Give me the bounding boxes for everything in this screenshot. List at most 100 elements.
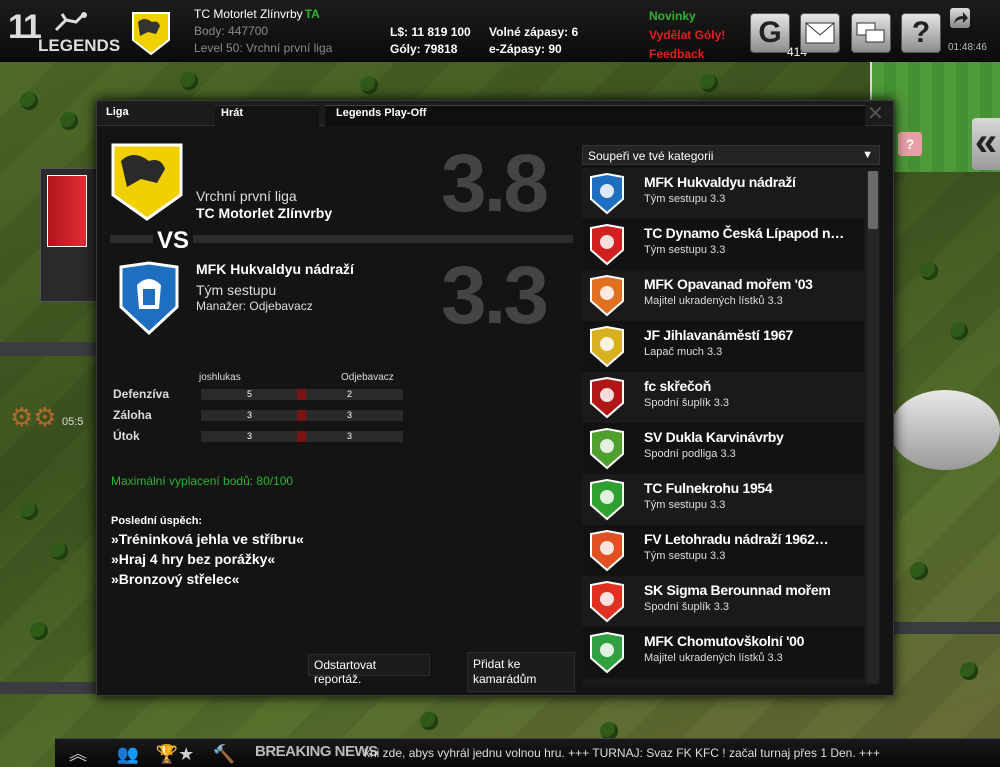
tab-liga[interactable]: Liga <box>106 106 129 118</box>
home-rating: 3.8 <box>441 138 549 229</box>
opponent-name: MFK Opavanad mořem '03 <box>644 276 813 292</box>
comparison-left-value: 3 <box>247 410 253 420</box>
away-team-category: Tým sestupu <box>196 282 277 298</box>
side-panel-toggle-icon[interactable]: « <box>972 118 1000 170</box>
goals-value: Góly: 79818 <box>390 42 458 56</box>
opponent-category: Majitel ukradených lístků 3.3 <box>644 652 783 664</box>
tree <box>20 502 38 520</box>
opponent-name: MFK Chomutovškolní '00 <box>644 633 805 649</box>
opponent-name: SK Sigma Berounnad mořem <box>644 582 831 598</box>
comparison-right-value: 2 <box>347 389 353 399</box>
comparison-label: Defenzíva <box>113 387 170 401</box>
opponent-badge-icon <box>590 530 624 572</box>
kicker-icon <box>54 12 87 32</box>
gavel-icon[interactable]: 🔨 <box>207 742 241 766</box>
opponent-list-scrollbar[interactable] <box>867 171 879 683</box>
opponent-category: Spodní šuplík 3.3 <box>644 601 730 613</box>
gift-icon[interactable]: ? <box>898 132 922 156</box>
away-team-name[interactable]: MFK Hukvaldyu nádraží <box>196 261 354 277</box>
opponent-item[interactable]: fc skřečoň Spodní šuplík 3.3 <box>582 372 864 423</box>
tree <box>360 76 378 94</box>
logo-word: LEGENDS <box>38 36 121 55</box>
share-button[interactable] <box>950 8 970 28</box>
opponent-category: Tým sestupu 3.3 <box>644 499 726 511</box>
opponent-item[interactable]: MFK Hukvaldyu nádraží Tým sestupu 3.3 <box>582 168 864 219</box>
home-league: Vrchní první liga <box>196 188 297 204</box>
comparison-center-marker <box>297 431 306 442</box>
ematches-value: e-Zápasy: 90 <box>489 42 562 56</box>
club-tag: TA <box>304 7 320 21</box>
opponent-category: Tým sestupu 3.3 <box>644 244 726 256</box>
mail-button[interactable] <box>800 13 840 53</box>
opponent-item[interactable]: TC Fulnekrohu 1954 Tým sestupu 3.3 <box>582 474 864 525</box>
opponent-category: Spodní šuplík 3.3 <box>644 397 730 409</box>
opponent-badge-icon <box>590 377 624 419</box>
away-rating: 3.3 <box>441 250 549 341</box>
news-link[interactable]: Novinky <box>649 7 725 26</box>
opponent-name: fc skřečoň <box>644 378 712 394</box>
tree <box>30 622 48 640</box>
tree <box>950 322 968 340</box>
ls-value: L$: 11 819 100 <box>390 25 471 39</box>
road <box>0 682 96 694</box>
comparison-row-midfield: Záloha 3 3 <box>107 408 407 422</box>
opponent-badge-icon <box>590 428 624 470</box>
opponent-item[interactable]: JF Jihlavanáměstí 1967 Lapač much 3.3 <box>582 321 864 372</box>
feedback-link[interactable]: Feedback <box>649 45 725 64</box>
chat-button[interactable] <box>851 13 891 53</box>
opponent-item[interactable]: MFK Chomutovškolní '00 Majitel ukradených… <box>582 627 864 678</box>
opponent-name: TC Fulnekrohu 1954 <box>644 480 773 496</box>
tab-bar: Liga Hrát Legends Play-Off ✕ <box>97 101 893 126</box>
help-button[interactable]: ? <box>901 13 941 53</box>
opponent-category: Majitel ukradených lístků 3.3 <box>644 295 783 307</box>
opponent-category-select[interactable]: Soupeři ve tvé kategorii ▼ <box>582 145 880 165</box>
opponent-item[interactable]: FV Letohradu nádraží 1962… Tým sestupu 3.… <box>582 525 864 576</box>
comparison-left-value: 5 <box>247 389 253 399</box>
gear-icon[interactable]: ⚙⚙ <box>10 402 57 433</box>
news-links: Novinky Vydělat Góly! Feedback <box>649 7 725 64</box>
vs-label: VS <box>153 227 194 255</box>
opponent-badge-icon <box>590 326 624 368</box>
close-icon[interactable]: ✕ <box>867 101 884 126</box>
club-name[interactable]: TC Motorlet Zlínvrby <box>194 7 303 21</box>
home-club-badge-icon <box>111 143 183 221</box>
trophy-star-icon[interactable]: 🏆★ <box>153 742 197 766</box>
opponent-item[interactable]: TC Dynamo Česká Lípapod n… Tým sestupu 3.… <box>582 219 864 270</box>
top-bar: 11 LEGENDS TC Motorlet Zlínvrby TA Body: … <box>0 0 1000 62</box>
start-report-button[interactable]: Odstartovat reportáž. <box>308 654 430 686</box>
scrollbar-thumb[interactable] <box>868 171 878 229</box>
game-logo[interactable]: 11 LEGENDS <box>8 8 121 55</box>
opponent-category: Spodní podliga 3.3 <box>644 448 736 460</box>
tree <box>920 262 938 280</box>
play-dialog: Liga Hrát Legends Play-Off ✕ Vrchní prvn… <box>96 100 894 696</box>
background-panel <box>40 168 98 302</box>
achievement-item: »Hraj 4 hry bez porážky« <box>111 551 276 567</box>
goals-shop-button[interactable]: G 414 <box>750 13 807 59</box>
tab-hrat[interactable]: Hrát <box>215 105 319 126</box>
opponent-item[interactable]: SK Sigma Berounnad mořem Spodní šuplík 3.… <box>582 576 864 627</box>
news-ticker[interactable]: kni zde, abys vyhrál jednu volnou hru. +… <box>364 746 994 762</box>
opponent-item[interactable]: MFK Opavanad mořem '03 Majitel ukradených… <box>582 270 864 321</box>
envelope-icon <box>805 22 835 44</box>
blimp <box>890 390 1000 470</box>
opponent-item[interactable]: SV Dukla Karvinávrby Spodní podliga 3.3 <box>582 423 864 474</box>
club-badge-icon[interactable] <box>130 10 172 56</box>
chevron-down-icon: ▼ <box>862 149 873 161</box>
comparison-center-marker <box>297 410 306 421</box>
opponent-list: MFK Hukvaldyu nádraží Tým sestupu 3.3 TC D… <box>582 168 880 685</box>
earn-goals-link[interactable]: Vydělat Góly! <box>649 26 725 45</box>
people-icon[interactable]: 👥 <box>111 742 145 766</box>
add-friend-button[interactable]: Přidat ke kamarádům <box>467 652 575 692</box>
tab-legends-playoff[interactable]: Legends Play-Off <box>325 105 865 126</box>
opponent-badge-icon <box>590 224 624 266</box>
currency-stats: L$: 11 819 100 Góly: 79818 <box>390 24 471 58</box>
side-timer: 05:5 <box>62 416 84 428</box>
achievement-item: »Tréninková jehla ve stříbru« <box>111 531 304 547</box>
binder-icon <box>47 175 87 247</box>
opponent-badge-icon <box>590 632 624 674</box>
chevrons-up-icon[interactable]: ︽ <box>61 742 95 766</box>
opponent-badge-icon <box>590 173 624 215</box>
tree <box>700 74 718 92</box>
opponent-name: MFK Hukvaldyu nádraží <box>644 174 796 190</box>
clock: 01:48:46 <box>948 42 987 53</box>
